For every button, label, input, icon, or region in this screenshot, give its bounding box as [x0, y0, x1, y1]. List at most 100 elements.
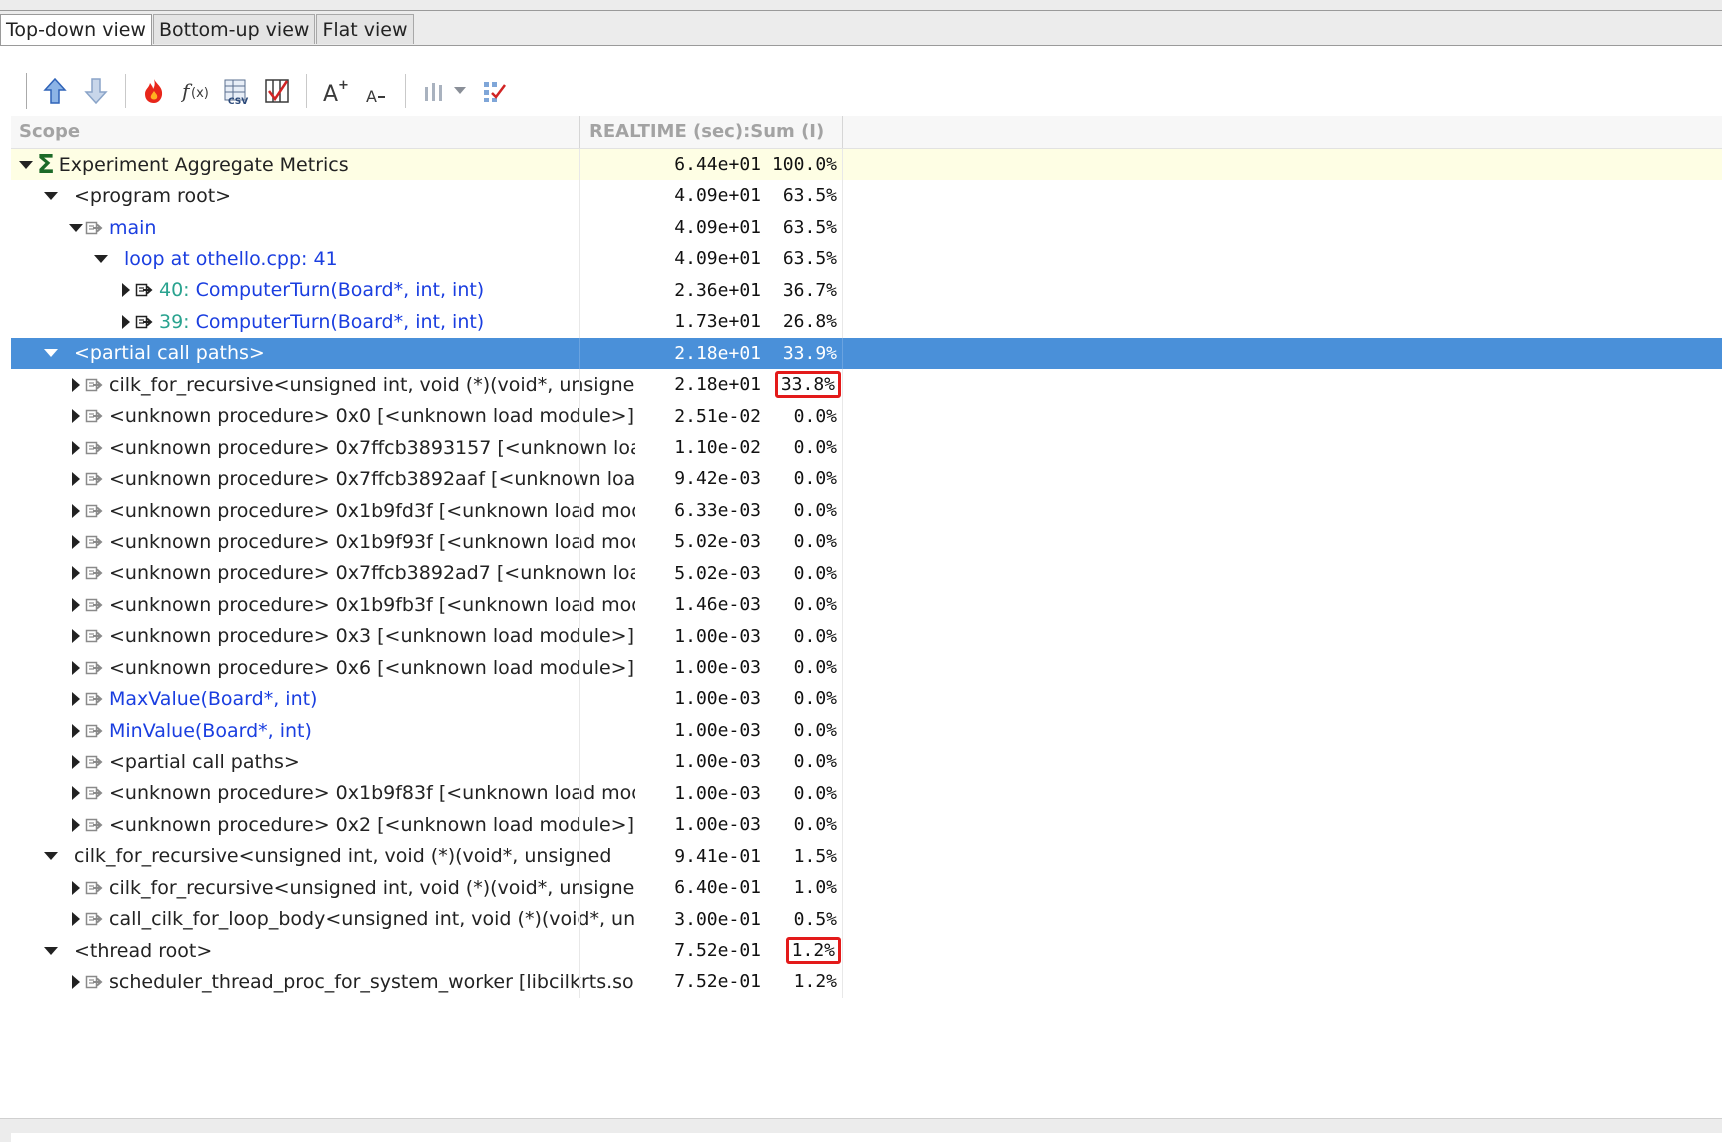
call-site-icon[interactable]	[85, 407, 105, 425]
expand-toggle-collapsed-icon[interactable]	[67, 722, 85, 740]
table-row[interactable]: 39: ComputerTurn(Board*, int, int) 1.73e+…	[11, 306, 1722, 338]
call-site-icon[interactable]	[85, 879, 105, 897]
expand-toggle-collapsed-icon[interactable]	[67, 407, 85, 425]
zoom-out-button[interactable]	[78, 73, 114, 109]
scope-link[interactable]: MinValue(Board*, int)	[109, 720, 312, 742]
export-csv-button[interactable]: CSV	[218, 73, 254, 109]
column-divider[interactable]	[579, 116, 580, 148]
table-row[interactable]: MaxValue(Board*, int) 1.00e-03 0.0%	[11, 683, 1722, 715]
expand-toggle-collapsed-icon[interactable]	[117, 313, 135, 331]
scope-link[interactable]: ComputerTurn(Board*, int, int)	[196, 311, 485, 333]
table-row[interactable]: MinValue(Board*, int) 1.00e-03 0.0%	[11, 714, 1722, 747]
table-row[interactable]: <unknown procedure> 0x3 [<unknown load m…	[11, 620, 1722, 652]
expand-toggle-collapsed-icon[interactable]	[67, 470, 85, 488]
table-row[interactable]: <unknown procedure> 0x7ffcb3892aaf [<unk…	[11, 463, 1722, 495]
scope-column-header[interactable]: Scope	[19, 116, 80, 148]
expand-toggle-collapsed-icon[interactable]	[67, 879, 85, 897]
resize-columns-button[interactable]	[476, 73, 512, 109]
expand-toggle-collapsed-icon[interactable]	[67, 784, 85, 802]
expand-toggle-collapsed-icon[interactable]	[67, 659, 85, 677]
table-row[interactable]: <thread root> 7.52e-01 1.2%	[11, 934, 1722, 967]
call-site-icon[interactable]	[85, 722, 105, 740]
call-site-icon[interactable]	[85, 502, 105, 520]
expand-toggle-collapsed-icon[interactable]	[67, 533, 85, 551]
expand-toggle-expanded-icon[interactable]	[67, 219, 85, 237]
call-site-icon[interactable]	[85, 439, 105, 457]
call-site-icon[interactable]	[85, 564, 105, 582]
table-row[interactable]: loop at othello.cpp: 41 4.09e+01 63.5%	[11, 243, 1722, 275]
expand-toggle-expanded-icon[interactable]	[42, 847, 60, 865]
tab-flat-view[interactable]: Flat view	[316, 14, 414, 44]
call-site-icon[interactable]	[85, 533, 105, 551]
expand-toggle-collapsed-icon[interactable]	[117, 281, 135, 299]
derived-metric-button[interactable]: f (x)	[177, 73, 213, 109]
expand-toggle-collapsed-icon[interactable]	[67, 816, 85, 834]
expand-toggle-expanded-icon[interactable]	[42, 942, 60, 960]
table-row[interactable]: scheduler_thread_proc_for_system_worker …	[11, 966, 1722, 998]
call-site-icon[interactable]	[85, 784, 105, 802]
call-site-icon[interactable]	[85, 470, 105, 488]
table-row[interactable]: <unknown procedure> 0x1b9f93f [<unknown …	[11, 526, 1722, 558]
expand-toggle-expanded-icon[interactable]	[92, 250, 110, 268]
font-increase-button[interactable]: A +	[317, 73, 353, 109]
expand-toggle-collapsed-icon[interactable]	[67, 627, 85, 645]
table-row[interactable]: <unknown procedure> 0x7ffcb3893157 [<unk…	[11, 431, 1722, 464]
table-row[interactable]: cilk_for_recursive<unsigned int, void (*…	[11, 872, 1722, 904]
graph-button[interactable]	[416, 73, 452, 109]
call-site-icon[interactable]	[85, 753, 105, 771]
realtime-column-header[interactable]: REALTIME (sec):Sum (I)	[589, 116, 824, 148]
zoom-in-button[interactable]	[37, 73, 73, 109]
expand-toggle-collapsed-icon[interactable]	[67, 596, 85, 614]
tab-top-down-view[interactable]: Top-down view	[0, 14, 152, 46]
graph-dropdown-button[interactable]	[452, 73, 468, 109]
scope-link[interactable]: loop at othello.cpp: 41	[124, 248, 338, 270]
table-row[interactable]: <partial call paths> 1.00e-03 0.0%	[11, 746, 1722, 778]
table-row[interactable]: call_cilk_for_loop_body<unsigned int, vo…	[11, 903, 1722, 935]
table-row[interactable]: 40: ComputerTurn(Board*, int, int) 2.36e+…	[11, 274, 1722, 307]
call-site-icon[interactable]	[85, 627, 105, 645]
column-divider[interactable]	[842, 116, 843, 148]
tab-bottom-up-view[interactable]: Bottom-up view	[152, 14, 316, 44]
expand-toggle-collapsed-icon[interactable]	[67, 910, 85, 928]
table-row[interactable]: <unknown procedure> 0x1b9fb3f [<unknown …	[11, 589, 1722, 621]
call-site-icon[interactable]	[85, 690, 105, 708]
expand-toggle-collapsed-icon[interactable]	[67, 973, 85, 991]
expand-toggle-collapsed-icon[interactable]	[67, 502, 85, 520]
call-site-icon[interactable]	[135, 313, 155, 331]
call-site-icon[interactable]	[85, 973, 105, 991]
column-selection-button[interactable]	[259, 73, 295, 109]
expand-toggle-expanded-icon[interactable]	[42, 187, 60, 205]
expand-toggle-collapsed-icon[interactable]	[67, 564, 85, 582]
call-site-icon[interactable]	[85, 910, 105, 928]
table-row[interactable]: <unknown procedure> 0x1b9f83f [<unknown …	[11, 777, 1722, 810]
table-row[interactable]: <unknown procedure> 0x2 [<unknown load m…	[11, 809, 1722, 841]
call-site-icon[interactable]	[85, 376, 105, 394]
scope-link[interactable]: main	[109, 217, 156, 239]
call-site-icon[interactable]	[85, 816, 105, 834]
call-site-line-number[interactable]: 39:	[159, 311, 196, 333]
call-site-icon[interactable]	[85, 219, 105, 237]
table-row[interactable]: cilk_for_recursive<unsigned int, void (*…	[11, 840, 1722, 873]
table-row[interactable]: <unknown procedure> 0x6 [<unknown load m…	[11, 652, 1722, 684]
scope-link[interactable]: ComputerTurn(Board*, int, int)	[196, 279, 485, 301]
expand-toggle-collapsed-icon[interactable]	[67, 376, 85, 394]
expand-toggle-collapsed-icon[interactable]	[67, 439, 85, 457]
call-site-icon[interactable]	[85, 659, 105, 677]
table-row[interactable]: <partial call paths> 2.18e+01 33.9%	[11, 337, 1722, 370]
table-row[interactable]: main 4.09e+01 63.5%	[11, 211, 1722, 244]
call-site-line-number[interactable]: 40:	[159, 279, 196, 301]
call-site-icon[interactable]	[85, 596, 105, 614]
expand-toggle-collapsed-icon[interactable]	[67, 690, 85, 708]
expand-toggle-collapsed-icon[interactable]	[67, 753, 85, 771]
scope-link[interactable]: MaxValue(Board*, int)	[109, 688, 317, 710]
expand-toggle-expanded-icon[interactable]	[42, 344, 60, 362]
table-row[interactable]: cilk_for_recursive<unsigned int, void (*…	[11, 369, 1722, 401]
table-row[interactable]: <unknown procedure> 0x0 [<unknown load m…	[11, 400, 1722, 432]
call-site-icon[interactable]	[135, 281, 155, 299]
hot-path-button[interactable]	[136, 73, 172, 109]
table-row[interactable]: <unknown procedure> 0x7ffcb3892ad7 [<unk…	[11, 557, 1722, 590]
font-decrease-button[interactable]: A	[358, 73, 394, 109]
table-row[interactable]: Σ Experiment Aggregate Metrics 6.44e+01 100…	[11, 149, 1722, 181]
expand-toggle-expanded-icon[interactable]	[17, 156, 35, 174]
table-row[interactable]: <program root> 4.09e+01 63.5%	[11, 180, 1722, 212]
